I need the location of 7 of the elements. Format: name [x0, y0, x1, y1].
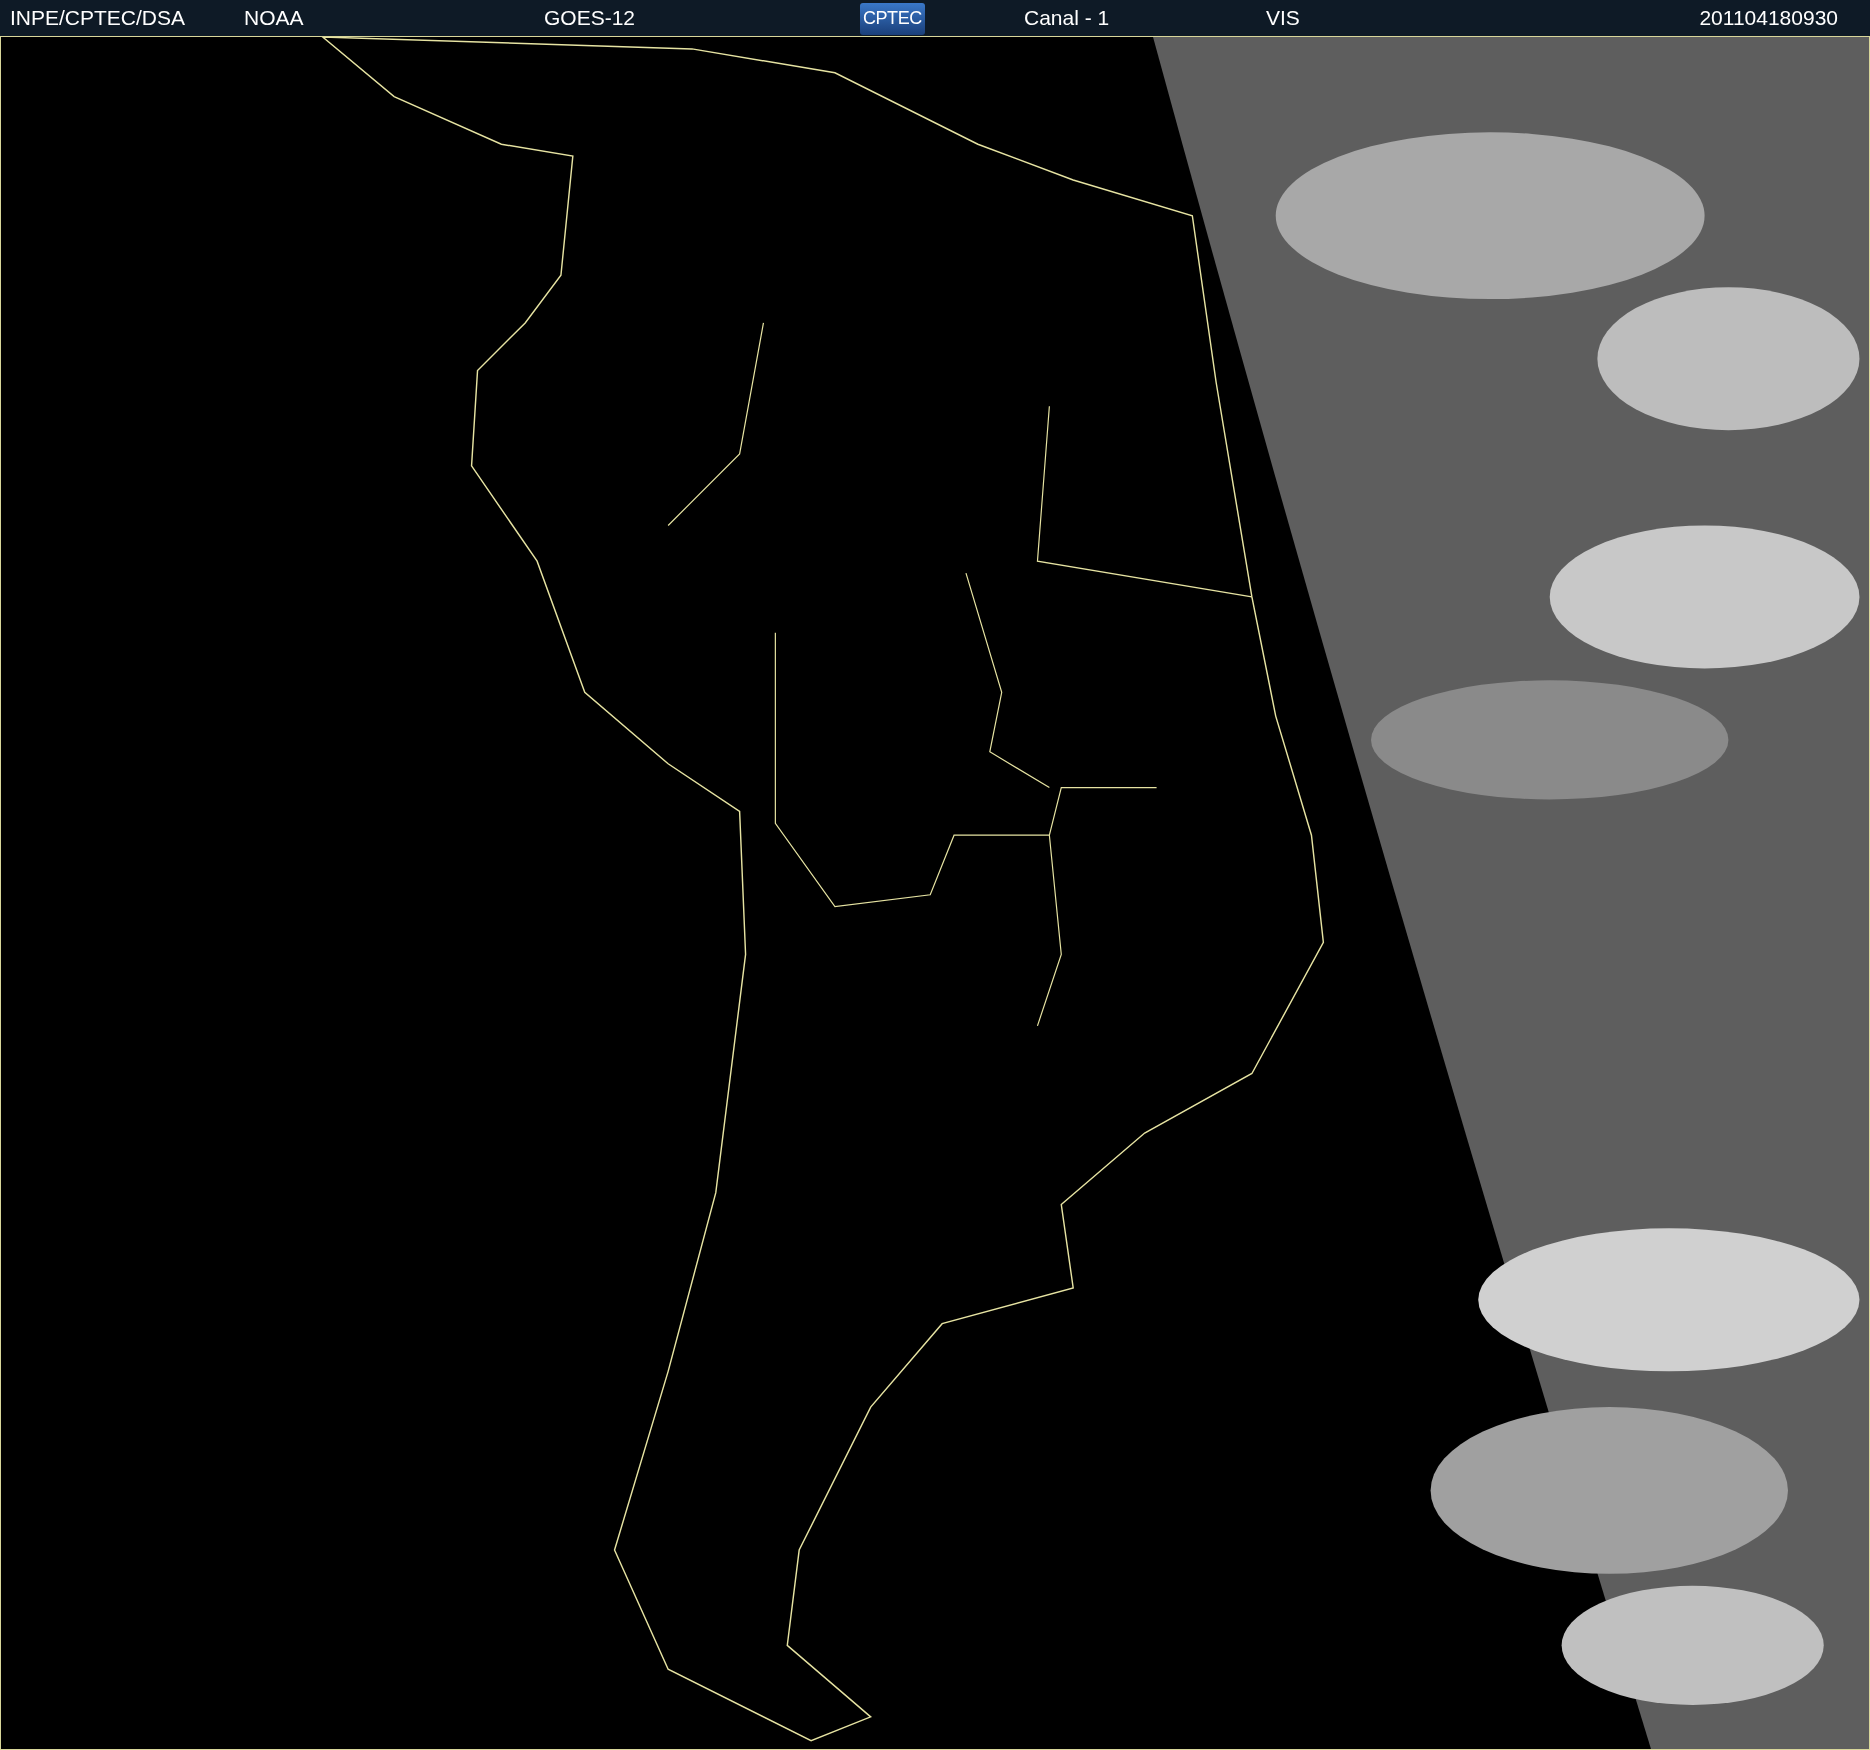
source-label: NOAA: [244, 6, 304, 30]
logo: CPTEC: [860, 3, 925, 35]
satellite-label: GOES-12: [544, 6, 636, 30]
band-label: VIS: [1266, 6, 1300, 30]
agency-label: INPE/CPTEC/DSA: [10, 6, 186, 30]
channel-label: Canal - 1: [1024, 6, 1110, 30]
timestamp-label: 201104180930: [1699, 6, 1838, 30]
